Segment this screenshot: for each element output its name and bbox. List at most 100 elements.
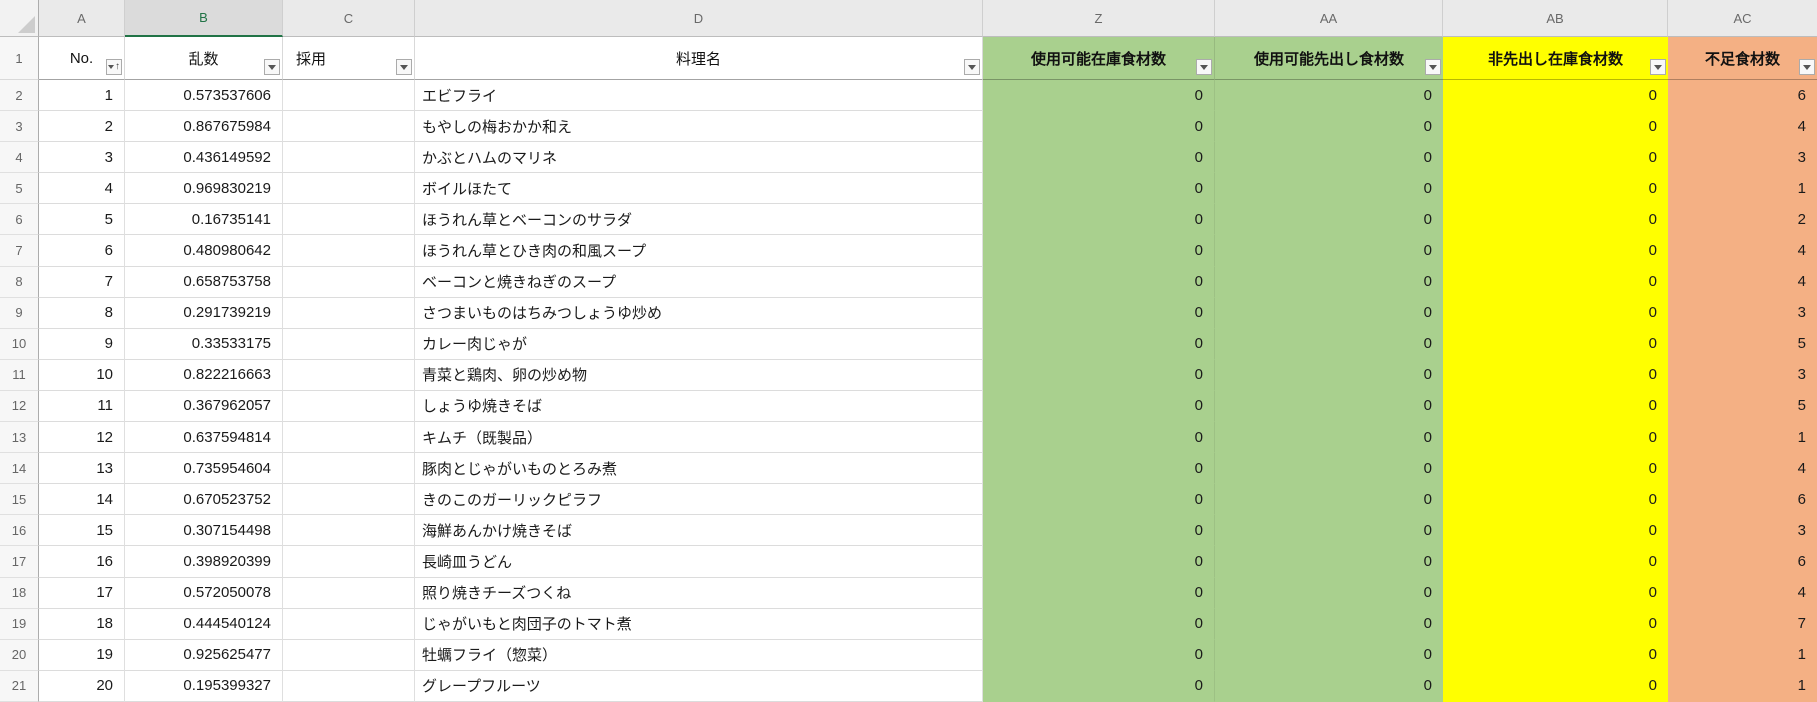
- cell-available-stock[interactable]: 0: [983, 577, 1215, 609]
- cell-random[interactable]: 0.670523752: [125, 484, 283, 516]
- cell-shortage[interactable]: 1: [1668, 422, 1817, 454]
- cell-shortage[interactable]: 4: [1668, 266, 1817, 298]
- cell-available-firstout[interactable]: 0: [1215, 80, 1443, 112]
- cell-no[interactable]: 10: [39, 359, 125, 391]
- cell-available-stock[interactable]: 0: [983, 328, 1215, 360]
- cell-available-firstout[interactable]: 0: [1215, 422, 1443, 454]
- row-number[interactable]: 21: [0, 670, 39, 702]
- cell-shortage[interactable]: 3: [1668, 297, 1817, 329]
- row-number[interactable]: 9: [0, 297, 39, 329]
- filter-button-dish[interactable]: [964, 59, 980, 75]
- row-number[interactable]: 15: [0, 484, 39, 516]
- cell-available-firstout[interactable]: 0: [1215, 608, 1443, 640]
- header-cell-shortage[interactable]: 不足食材数: [1668, 37, 1817, 80]
- cell-available-firstout[interactable]: 0: [1215, 297, 1443, 329]
- cell-no[interactable]: 1: [39, 80, 125, 112]
- cell-no[interactable]: 19: [39, 639, 125, 671]
- cell-non-firstout-stock[interactable]: 0: [1443, 484, 1668, 516]
- row-number[interactable]: 14: [0, 453, 39, 485]
- cell-random[interactable]: 0.867675984: [125, 111, 283, 143]
- header-cell-available-stock[interactable]: 使用可能在庫食材数: [983, 37, 1215, 80]
- cell-available-firstout[interactable]: 0: [1215, 515, 1443, 547]
- cell-no[interactable]: 9: [39, 328, 125, 360]
- cell-shortage[interactable]: 3: [1668, 515, 1817, 547]
- cell-non-firstout-stock[interactable]: 0: [1443, 608, 1668, 640]
- cell-random[interactable]: 0.398920399: [125, 546, 283, 578]
- cell-available-firstout[interactable]: 0: [1215, 266, 1443, 298]
- cell-no[interactable]: 4: [39, 173, 125, 205]
- cell-non-firstout-stock[interactable]: 0: [1443, 204, 1668, 236]
- row-number[interactable]: 13: [0, 422, 39, 454]
- cell-dish[interactable]: きのこのガーリックピラフ: [415, 484, 983, 516]
- column-letter-A[interactable]: A: [39, 0, 125, 37]
- cell-dish[interactable]: かぶとハムのマリネ: [415, 142, 983, 174]
- row-number[interactable]: 3: [0, 111, 39, 143]
- cell-adopt[interactable]: [283, 670, 415, 702]
- cell-shortage[interactable]: 1: [1668, 173, 1817, 205]
- cell-random[interactable]: 0.195399327: [125, 670, 283, 702]
- cell-no[interactable]: 15: [39, 515, 125, 547]
- cell-available-stock[interactable]: 0: [983, 608, 1215, 640]
- cell-available-stock[interactable]: 0: [983, 390, 1215, 423]
- cell-dish[interactable]: さつまいものはちみつしょうゆ炒め: [415, 297, 983, 329]
- cell-random[interactable]: 0.307154498: [125, 515, 283, 547]
- cell-available-stock[interactable]: 0: [983, 546, 1215, 578]
- filter-button-available-firstout[interactable]: [1425, 59, 1441, 75]
- column-letter-B[interactable]: B: [125, 0, 283, 37]
- column-letter-D[interactable]: D: [415, 0, 983, 37]
- cell-available-firstout[interactable]: 0: [1215, 328, 1443, 360]
- cell-shortage[interactable]: 6: [1668, 80, 1817, 112]
- cell-adopt[interactable]: [283, 80, 415, 112]
- cell-available-stock[interactable]: 0: [983, 639, 1215, 671]
- cell-available-stock[interactable]: 0: [983, 670, 1215, 702]
- cell-no[interactable]: 11: [39, 390, 125, 423]
- cell-non-firstout-stock[interactable]: 0: [1443, 422, 1668, 454]
- column-letter-AA[interactable]: AA: [1215, 0, 1443, 37]
- cell-non-firstout-stock[interactable]: 0: [1443, 577, 1668, 609]
- sort-filter-button-no[interactable]: ↑: [106, 59, 122, 75]
- cell-shortage[interactable]: 1: [1668, 639, 1817, 671]
- cell-random[interactable]: 0.822216663: [125, 359, 283, 391]
- row-number[interactable]: 5: [0, 173, 39, 205]
- cell-available-stock[interactable]: 0: [983, 422, 1215, 454]
- cell-adopt[interactable]: [283, 608, 415, 640]
- cell-dish[interactable]: もやしの梅おかか和え: [415, 111, 983, 143]
- cell-available-firstout[interactable]: 0: [1215, 359, 1443, 391]
- cell-adopt[interactable]: [283, 639, 415, 671]
- cell-adopt[interactable]: [283, 142, 415, 174]
- column-letter-AC[interactable]: AC: [1668, 0, 1817, 37]
- cell-non-firstout-stock[interactable]: 0: [1443, 515, 1668, 547]
- cell-available-firstout[interactable]: 0: [1215, 111, 1443, 143]
- header-cell-non-firstout-stock[interactable]: 非先出し在庫食材数: [1443, 37, 1668, 80]
- cell-shortage[interactable]: 4: [1668, 235, 1817, 267]
- cell-adopt[interactable]: [283, 359, 415, 391]
- cell-dish[interactable]: じゃがいもと肉団子のトマト煮: [415, 608, 983, 640]
- filter-button-random[interactable]: [264, 59, 280, 75]
- row-number[interactable]: 2: [0, 80, 39, 112]
- row-number[interactable]: 10: [0, 328, 39, 360]
- cell-adopt[interactable]: [283, 453, 415, 485]
- cell-available-stock[interactable]: 0: [983, 235, 1215, 267]
- cell-shortage[interactable]: 7: [1668, 608, 1817, 640]
- cell-shortage[interactable]: 3: [1668, 359, 1817, 391]
- cell-non-firstout-stock[interactable]: 0: [1443, 80, 1668, 112]
- cell-random[interactable]: 0.436149592: [125, 142, 283, 174]
- cell-available-firstout[interactable]: 0: [1215, 390, 1443, 423]
- cell-non-firstout-stock[interactable]: 0: [1443, 328, 1668, 360]
- header-cell-adopt[interactable]: 採用: [283, 37, 415, 80]
- cell-available-stock[interactable]: 0: [983, 453, 1215, 485]
- cell-random[interactable]: 0.291739219: [125, 297, 283, 329]
- cell-no[interactable]: 6: [39, 235, 125, 267]
- header-cell-random[interactable]: 乱数: [125, 37, 283, 80]
- cell-shortage[interactable]: 3: [1668, 142, 1817, 174]
- cell-available-firstout[interactable]: 0: [1215, 577, 1443, 609]
- cell-available-stock[interactable]: 0: [983, 80, 1215, 112]
- cell-random[interactable]: 0.480980642: [125, 235, 283, 267]
- row-number[interactable]: 19: [0, 608, 39, 640]
- cell-non-firstout-stock[interactable]: 0: [1443, 670, 1668, 702]
- row-number[interactable]: 11: [0, 359, 39, 391]
- cell-dish[interactable]: キムチ（既製品）: [415, 422, 983, 454]
- row-number[interactable]: 4: [0, 142, 39, 174]
- cell-available-firstout[interactable]: 0: [1215, 204, 1443, 236]
- cell-no[interactable]: 14: [39, 484, 125, 516]
